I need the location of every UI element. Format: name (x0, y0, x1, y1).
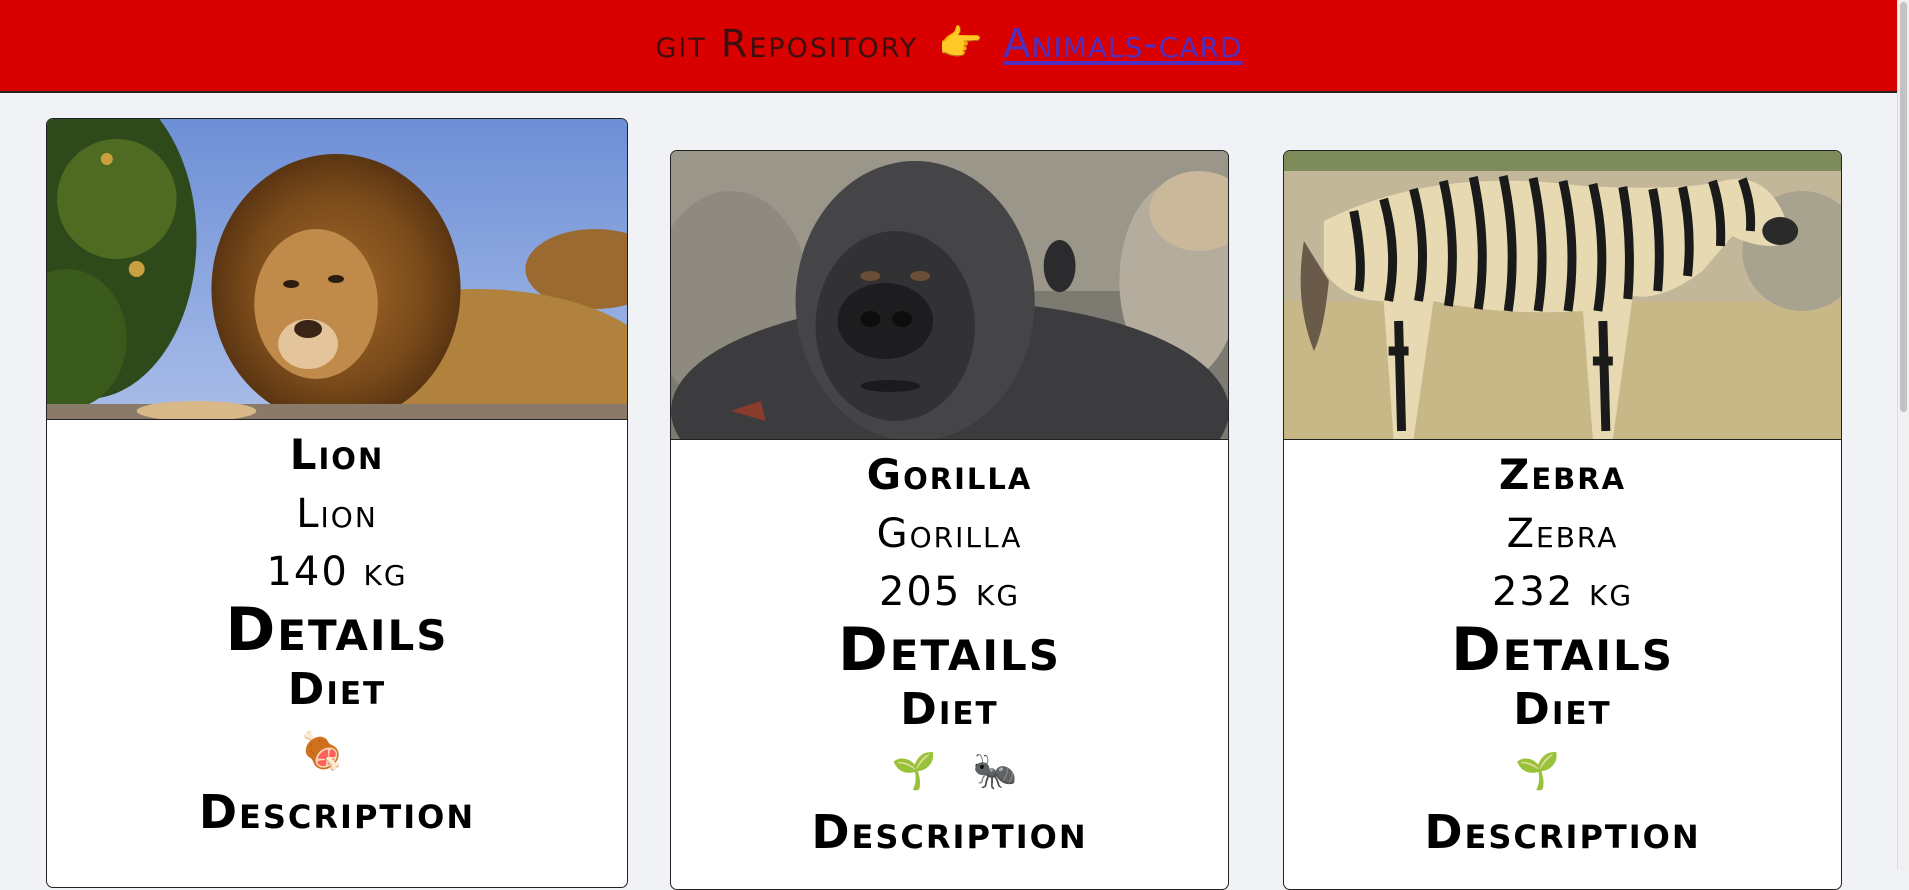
diet-heading: Diet (1513, 684, 1612, 736)
scrollbar-thumb[interactable] (1900, 2, 1907, 412)
gorilla-photo (671, 151, 1228, 440)
page-scrollbar[interactable] (1897, 0, 1909, 870)
seedling-icon: 🌱 (1515, 750, 1560, 792)
details-heading: Details (1450, 615, 1675, 686)
diet-heading: Diet (900, 684, 999, 736)
gorilla-photo-image (671, 151, 1228, 439)
animal-species: Zebra (1506, 511, 1619, 558)
ant-icon: 🐜 (972, 750, 1018, 792)
diet-heading: Diet (287, 664, 387, 716)
lion-photo (47, 119, 627, 420)
description-heading: Description (1424, 804, 1701, 859)
animal-name: Gorilla (866, 450, 1033, 499)
repo-label: git Repository (655, 21, 919, 66)
lion-photo-image (47, 119, 627, 419)
description-heading: Description (811, 804, 1088, 859)
animal-name: Lion (289, 430, 385, 479)
animal-card-gorilla: Gorilla Gorilla 205 kg Details Diet 🌱 🐜 … (670, 150, 1229, 890)
animal-species: Lion (296, 491, 378, 538)
animal-name: Zebra (1498, 450, 1627, 499)
animal-card-zebra: Zebra Zebra 232 kg Details Diet 🌱 Descri… (1283, 150, 1842, 890)
pointing-right-icon: 👉 (938, 22, 984, 64)
zebra-photo-image (1284, 151, 1841, 439)
description-heading: Description (198, 784, 476, 839)
top-header-bar: git Repository 👉 Animals-card (0, 0, 1898, 93)
header-content: git Repository 👉 Animals-card (655, 21, 1242, 67)
diet-icons: 🍖 (300, 728, 345, 774)
zebra-photo (1284, 151, 1841, 440)
seedling-icon: 🌱 (891, 750, 937, 792)
animal-card-lion: Lion Lion 140 kg Details Diet 🍖 Descript… (46, 118, 628, 888)
diet-icons: 🌱 (1515, 748, 1560, 794)
animal-species: Gorilla (876, 511, 1023, 558)
animal-weight: 232 kg (1491, 569, 1634, 616)
repo-link[interactable]: Animals-card (1003, 21, 1242, 67)
details-heading: Details (837, 615, 1062, 686)
animal-weight: 140 kg (266, 549, 408, 596)
diet-icons: 🌱 🐜 (892, 748, 1018, 794)
animal-weight: 205 kg (878, 569, 1021, 616)
meat-icon: 🍖 (299, 730, 345, 772)
details-heading: Details (225, 595, 449, 666)
